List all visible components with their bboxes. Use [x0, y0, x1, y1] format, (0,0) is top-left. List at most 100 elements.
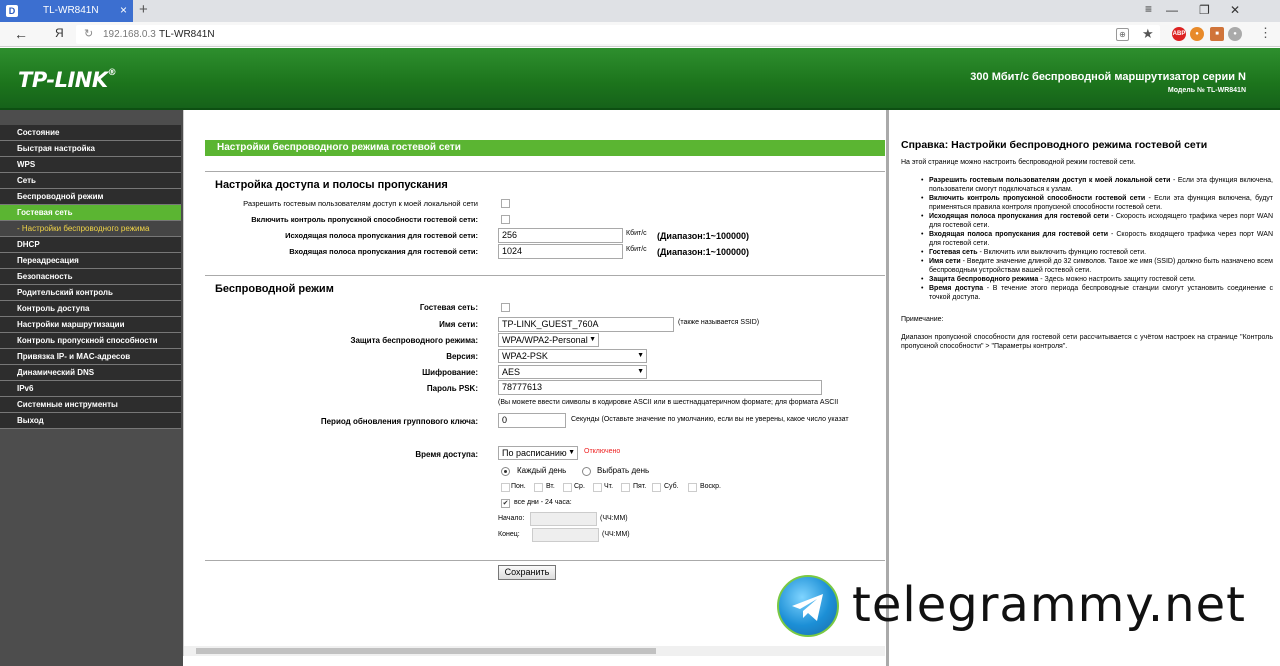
- minimize-icon[interactable]: —: [1166, 3, 1178, 17]
- menu-item-status[interactable]: Состояние: [0, 125, 181, 141]
- help-item: Входящая полоса пропускания для гостевой…: [921, 230, 1273, 248]
- scrollbar-thumb[interactable]: [196, 648, 656, 654]
- menu-item-forwarding[interactable]: Переадресация: [0, 253, 181, 269]
- menu-item-wps[interactable]: WPS: [0, 157, 181, 173]
- access-time-label: Время доступа:: [415, 450, 478, 459]
- help-item: Разрешить гостевым пользователям доступ …: [921, 176, 1273, 194]
- new-tab-icon[interactable]: +: [139, 1, 148, 18]
- menu-item-dhcp[interactable]: DHCP: [0, 237, 181, 253]
- menu-item-network[interactable]: Сеть: [0, 173, 181, 189]
- encryption-select[interactable]: AES ▼: [498, 365, 647, 379]
- day-checkbox-mon[interactable]: [501, 483, 510, 492]
- window-close-icon[interactable]: ✕: [1230, 3, 1240, 17]
- tab-title: TL-WR841N: [43, 5, 99, 16]
- select-day-radio[interactable]: [582, 467, 591, 476]
- help-note-text: Диапазон пропускной способности для гост…: [901, 334, 1273, 350]
- menu-item-logout[interactable]: Выход: [0, 413, 181, 429]
- day-label-sun: Воскр.: [700, 483, 721, 490]
- watermark-text: telegrammy.net: [852, 577, 1246, 633]
- browser-menu-icon[interactable]: ⋮: [1259, 25, 1272, 41]
- bandwidth-control-checkbox[interactable]: [501, 215, 510, 224]
- ssid-input[interactable]: TP-LINK_GUEST_760A: [498, 317, 674, 332]
- chevron-down-icon: ▼: [637, 368, 644, 375]
- group-key-input[interactable]: 0: [498, 413, 566, 428]
- day-checkbox-wed[interactable]: [563, 483, 572, 492]
- guest-network-checkbox[interactable]: [501, 303, 510, 312]
- day-checkbox-sun[interactable]: [688, 483, 697, 492]
- help-item: Защита беспроводного режима - Здесь можн…: [921, 275, 1273, 284]
- help-list: Разрешить гостевым пользователям доступ …: [921, 176, 1273, 302]
- end-time-input[interactable]: [532, 528, 599, 542]
- menu-item-wireless[interactable]: Беспроводной режим: [0, 189, 181, 205]
- address-bar: ← Я ↻ 192.168.0.3 TL-WR841N ⊕ ★ ABP ● ■ …: [0, 22, 1280, 47]
- menu-item-security[interactable]: Безопасность: [0, 269, 181, 285]
- day-checkbox-sat[interactable]: [652, 483, 661, 492]
- ingress-range: (Диапазон:1~100000): [657, 247, 749, 257]
- ssid-hint: (также называется SSID): [678, 319, 760, 326]
- extension-icon[interactable]: ■: [1210, 27, 1224, 41]
- day-checkbox-thu[interactable]: [593, 483, 602, 492]
- psk-hint: (Вы можете ввести символы в кодировке AS…: [498, 399, 839, 406]
- access-time-select[interactable]: По расписанию ▼: [498, 446, 578, 460]
- menu-item-parental-control[interactable]: Родительский контроль: [0, 285, 181, 301]
- day-checkbox-tue[interactable]: [534, 483, 543, 492]
- menu-item-routing[interactable]: Настройки маршрутизации: [0, 317, 181, 333]
- adblock-icon[interactable]: ABP: [1172, 27, 1186, 41]
- ingress-input[interactable]: 1024: [498, 244, 623, 259]
- schedule-status: Отключено: [584, 448, 621, 455]
- divider: [205, 560, 885, 561]
- menu-item-bandwidth-control[interactable]: Контроль пропускной способности: [0, 333, 181, 349]
- menu-item-guest-network[interactable]: Гостевая сеть: [0, 205, 181, 221]
- version-select[interactable]: WPA2-PSK ▼: [498, 349, 647, 363]
- start-time-input[interactable]: [530, 512, 597, 526]
- chevron-down-icon: ▼: [637, 352, 644, 359]
- extension-icon[interactable]: ●: [1228, 27, 1242, 41]
- psk-input[interactable]: 78777613: [498, 380, 822, 395]
- access-section-heading: Настройка доступа и полосы пропускания: [215, 179, 448, 191]
- protect-icon[interactable]: ⊕: [1116, 28, 1129, 41]
- browser-tab[interactable]: D TL-WR841N ×: [0, 0, 133, 22]
- divider: [205, 171, 885, 172]
- menu-item-wireless-settings[interactable]: - Настройки беспроводного режима: [0, 221, 181, 237]
- help-item: Гостевая сеть - Включить или выключить ф…: [921, 248, 1273, 257]
- menu-item-ip-mac-binding[interactable]: Привязка IP- и MAC-адресов: [0, 349, 181, 365]
- sidebar: Состояние Быстрая настройка WPS Сеть Бес…: [0, 110, 183, 666]
- restore-icon[interactable]: ❐: [1199, 3, 1210, 17]
- group-key-label: Период обновления группового ключа:: [320, 417, 478, 426]
- page-title: Настройки беспроводного режима гостевой …: [205, 140, 885, 156]
- egress-input[interactable]: 256: [498, 228, 623, 243]
- day-checkbox-fri[interactable]: [621, 483, 630, 492]
- tp-link-logo: TP-LINK®: [18, 68, 117, 92]
- reload-icon[interactable]: ↻: [84, 27, 93, 40]
- end-label: Конец:: [498, 531, 520, 538]
- extension-icon[interactable]: ●: [1190, 27, 1204, 41]
- menu-item-access-control[interactable]: Контроль доступа: [0, 301, 181, 317]
- help-title: Справка: Настройки беспроводного режима …: [901, 139, 1208, 151]
- menu-item-ddns[interactable]: Динамический DNS: [0, 365, 181, 381]
- end-time-format: (ЧЧ:ММ): [602, 531, 630, 538]
- every-day-radio[interactable]: [501, 467, 510, 476]
- yandex-icon[interactable]: Я: [55, 26, 64, 40]
- help-item: Имя сети - Введите значение длиной до 32…: [921, 257, 1273, 275]
- bandwidth-control-label: Включить контроль пропускной способности…: [251, 215, 478, 224]
- model-number: Модель № TL-WR841N: [1167, 87, 1246, 94]
- menu-lines-icon[interactable]: ≡: [1145, 2, 1152, 16]
- allow-local-checkbox[interactable]: [501, 199, 510, 208]
- all-day-checkbox[interactable]: ✔: [501, 499, 510, 508]
- menu-item-quick-setup[interactable]: Быстрая настройка: [0, 141, 181, 157]
- product-line: 300 Мбит/с беспроводной маршрутизатор се…: [970, 71, 1246, 83]
- bookmark-star-icon[interactable]: ★: [1142, 26, 1154, 42]
- url-text[interactable]: 192.168.0.3: [103, 29, 156, 40]
- horizontal-scrollbar[interactable]: [184, 646, 885, 656]
- close-tab-icon[interactable]: ×: [120, 3, 127, 17]
- security-select[interactable]: WPA/WPA2-Personal ▼: [498, 333, 599, 347]
- select-day-label: Выбрать день: [597, 466, 650, 475]
- menu-item-system-tools[interactable]: Системные инструменты: [0, 397, 181, 413]
- help-item: Исходящая полоса пропускания для гостево…: [921, 212, 1273, 230]
- chevron-down-icon: ▼: [568, 449, 575, 456]
- back-arrow-icon[interactable]: ←: [14, 26, 28, 42]
- menu-item-ipv6[interactable]: IPv6: [0, 381, 181, 397]
- save-button[interactable]: Сохранить: [498, 565, 556, 580]
- url-box[interactable]: ↻ 192.168.0.3 TL-WR841N ⊕ ★: [76, 25, 1160, 44]
- psk-label: Пароль PSK:: [426, 384, 478, 393]
